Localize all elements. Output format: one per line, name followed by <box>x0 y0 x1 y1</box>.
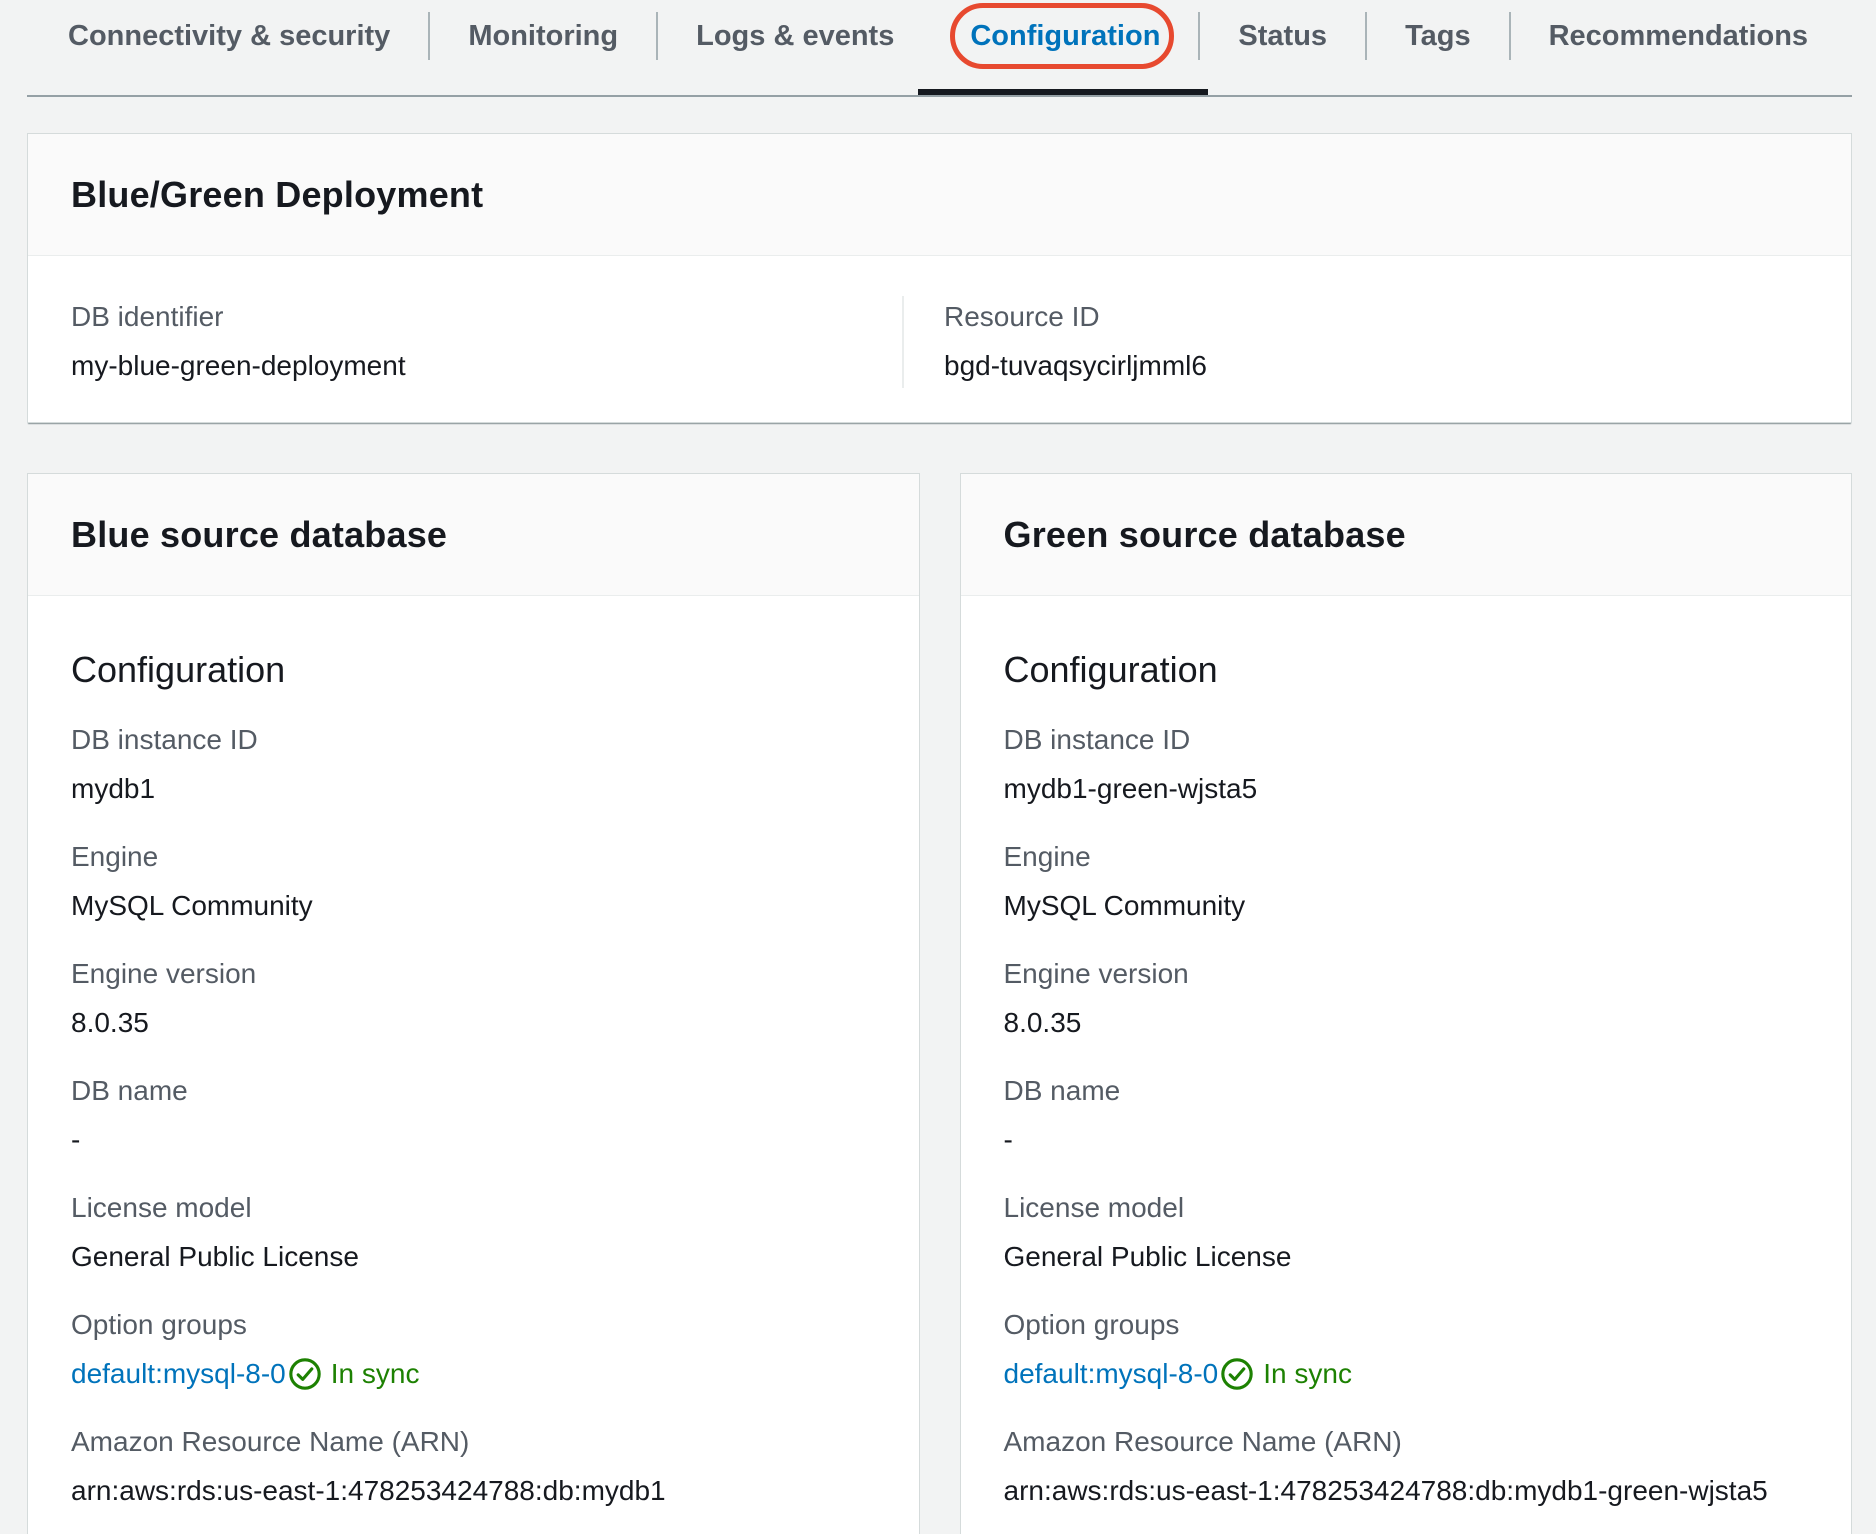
in-sync-check-circle-icon <box>1220 1357 1254 1391</box>
option-groups-field: Option groups default:mysql-8-0 In sync <box>71 1308 876 1392</box>
section-title-configuration: Configuration <box>71 596 876 690</box>
field-label: Engine version <box>1004 957 1809 991</box>
green-source-database-card: Green source database Configuration DB i… <box>960 473 1853 1534</box>
field-value: MySQL Community <box>1004 888 1809 924</box>
field-value: General Public License <box>1004 1239 1809 1275</box>
option-group-link[interactable]: default:mysql-8-0 <box>1004 1356 1219 1392</box>
tab-recommendations[interactable]: Recommendations <box>1511 0 1846 72</box>
tab-label: Connectivity & security <box>68 20 390 53</box>
card-header: Blue/Green Deployment <box>28 134 1851 256</box>
field-label: Engine <box>1004 840 1809 874</box>
db-name-field: DB name - <box>1004 1074 1809 1158</box>
field-label: Option groups <box>71 1308 876 1342</box>
tab-label: Configuration <box>970 20 1160 53</box>
option-group-link[interactable]: default:mysql-8-0 <box>71 1356 286 1392</box>
card-header: Green source database <box>961 474 1852 596</box>
field-value: mydb1-green-wjsta5 <box>1004 771 1809 807</box>
tab-bar-divider <box>27 95 1852 97</box>
field-value: General Public License <box>71 1239 876 1275</box>
field-label: License model <box>1004 1191 1809 1225</box>
in-sync-status: In sync <box>1263 1356 1352 1392</box>
arn-field: Amazon Resource Name (ARN) arn:aws:rds:u… <box>1004 1425 1809 1509</box>
tab-label: Tags <box>1405 20 1471 53</box>
license-model-field: License model General Public License <box>71 1191 876 1275</box>
in-sync-status: In sync <box>331 1356 420 1392</box>
arn-field: Amazon Resource Name (ARN) arn:aws:rds:u… <box>71 1425 876 1509</box>
field-label: Amazon Resource Name (ARN) <box>71 1425 876 1459</box>
field-label: DB name <box>71 1074 876 1108</box>
tab-tags[interactable]: Tags <box>1367 0 1509 72</box>
field-label: Option groups <box>1004 1308 1809 1342</box>
db-instance-id-field: DB instance ID mydb1-green-wjsta5 <box>1004 723 1809 807</box>
field-value: 8.0.35 <box>71 1005 876 1041</box>
field-label: Engine <box>71 840 876 874</box>
blue-source-database-card: Blue source database Configuration DB in… <box>27 473 920 1534</box>
card-title: Blue source database <box>71 514 447 556</box>
engine-field: Engine MySQL Community <box>71 840 876 924</box>
field-value: 8.0.35 <box>1004 1005 1809 1041</box>
rds-configuration-page: Connectivity & security Monitoring Logs … <box>0 0 1876 1534</box>
field-value: bgd-tuvaqsycirljmml6 <box>944 348 1207 384</box>
field-value: - <box>71 1122 876 1158</box>
card-header: Blue source database <box>28 474 919 596</box>
section-title-configuration: Configuration <box>1004 596 1809 690</box>
field-label: Amazon Resource Name (ARN) <box>1004 1425 1809 1459</box>
tab-label: Monitoring <box>468 20 618 53</box>
field-label: DB instance ID <box>1004 723 1809 757</box>
field-value: - <box>1004 1122 1809 1158</box>
tab-bar: Connectivity & security Monitoring Logs … <box>0 0 1876 98</box>
field-value: arn:aws:rds:us-east-1:478253424788:db:my… <box>71 1473 876 1509</box>
tab-status[interactable]: Status <box>1200 0 1365 72</box>
field-value: my-blue-green-deployment <box>71 348 902 384</box>
option-groups-field: Option groups default:mysql-8-0 In sync <box>1004 1308 1809 1392</box>
tab-label: Logs & events <box>696 20 894 53</box>
card-title: Green source database <box>1004 514 1406 556</box>
db-identifier-field: DB identifier my-blue-green-deployment <box>28 300 902 384</box>
license-model-field: License model General Public License <box>1004 1191 1809 1275</box>
db-name-field: DB name - <box>71 1074 876 1158</box>
tab-logs-events[interactable]: Logs & events <box>658 0 932 72</box>
field-value: mydb1 <box>71 771 876 807</box>
field-label: DB instance ID <box>71 723 876 757</box>
engine-version-field: Engine version 8.0.35 <box>1004 957 1809 1041</box>
engine-field: Engine MySQL Community <box>1004 840 1809 924</box>
tab-label: Status <box>1238 20 1327 53</box>
tab-connectivity-security[interactable]: Connectivity & security <box>30 0 428 72</box>
card-title: Blue/Green Deployment <box>71 174 483 216</box>
in-sync-check-circle-icon <box>288 1357 322 1391</box>
tab-label: Recommendations <box>1549 20 1808 53</box>
engine-version-field: Engine version 8.0.35 <box>71 957 876 1041</box>
resource-id-field: Resource ID bgd-tuvaqsycirljmml6 <box>904 300 1207 384</box>
field-value: MySQL Community <box>71 888 876 924</box>
field-label: Resource ID <box>944 300 1207 334</box>
db-instance-id-field: DB instance ID mydb1 <box>71 723 876 807</box>
field-label: License model <box>71 1191 876 1225</box>
tab-configuration[interactable]: Configuration <box>932 0 1198 72</box>
tab-monitoring[interactable]: Monitoring <box>430 0 656 72</box>
blue-green-deployment-card: Blue/Green Deployment DB identifier my-b… <box>27 133 1852 423</box>
field-label: Engine version <box>71 957 876 991</box>
field-label: DB name <box>1004 1074 1809 1108</box>
field-value: arn:aws:rds:us-east-1:478253424788:db:my… <box>1004 1473 1809 1509</box>
field-label: DB identifier <box>71 300 902 334</box>
